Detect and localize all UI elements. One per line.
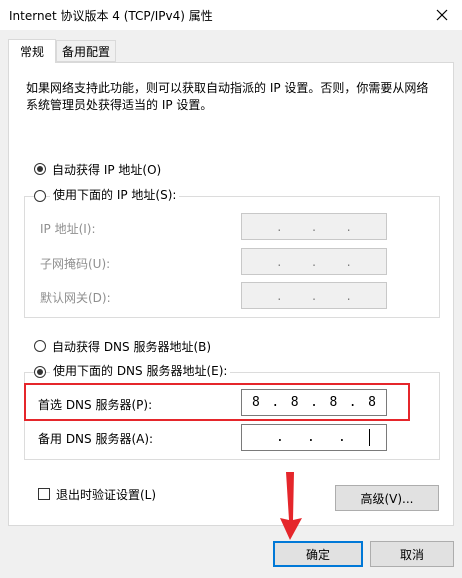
text-caret	[369, 429, 370, 446]
octet-dot: .	[307, 430, 315, 445]
octet-dot: .	[271, 395, 280, 410]
alternate-dns-label: 备用 DNS 服务器(A):	[38, 432, 154, 446]
manual-dns-label: 使用下面的 DNS 服务器地址(E):	[50, 362, 231, 379]
close-button[interactable]	[422, 0, 462, 30]
ip-address-input: ...	[241, 213, 387, 240]
octet-dot: .	[312, 288, 316, 303]
description-text: 如果网络支持此功能，则可以获取自动指派的 IP 设置。否则，你需要从网络系统管理…	[26, 81, 429, 112]
octet-dot: .	[277, 254, 282, 269]
radio-auto-ip[interactable]	[34, 163, 46, 175]
radio-manual-ip[interactable]	[34, 190, 46, 202]
radio-selected-dot	[37, 166, 43, 172]
validate-checkbox[interactable]	[38, 488, 50, 500]
preferred-dns-input[interactable]: 8 . 8 . 8 . 8	[241, 389, 387, 416]
octet-dot: .	[277, 288, 282, 303]
octet-2: 8	[290, 395, 299, 410]
window-title: Internet 协议版本 4 (TCP/IPv4) 属性	[9, 9, 213, 23]
annotation-arrow-icon	[280, 472, 302, 540]
octet-dot: .	[312, 219, 316, 234]
auto-ip-label: 自动获得 IP 地址(O)	[52, 163, 162, 177]
advanced-button[interactable]: 高级(V)...	[335, 485, 439, 511]
radio-manual-dns[interactable]	[34, 366, 46, 378]
subnet-mask-label: 子网掩码(U):	[40, 257, 111, 271]
subnet-mask-input: ...	[241, 248, 387, 275]
validate-label: 退出时验证设置(L)	[56, 488, 157, 502]
ip-address-label: IP 地址(I):	[40, 222, 96, 236]
octet-dot: .	[346, 254, 351, 269]
radio-auto-dns[interactable]	[34, 340, 46, 352]
octet-dot: .	[276, 430, 284, 445]
manual-ip-label: 使用下面的 IP 地址(S):	[50, 186, 180, 203]
octet-1: 8	[252, 395, 260, 410]
close-icon	[436, 9, 448, 21]
radio-selected-dot	[37, 369, 43, 375]
octet-dot: .	[346, 219, 351, 234]
octet-dot: .	[277, 219, 282, 234]
octet-dot: .	[310, 395, 318, 410]
cancel-button[interactable]: 取消	[370, 541, 454, 567]
octet-dot: .	[338, 430, 346, 445]
octet-3: 8	[329, 395, 338, 410]
preferred-dns-label: 首选 DNS 服务器(P):	[38, 398, 153, 412]
tab-general[interactable]: 常规	[8, 39, 56, 63]
auto-dns-label: 自动获得 DNS 服务器地址(B)	[52, 340, 212, 354]
octet-dot: .	[312, 254, 316, 269]
alternate-dns-input[interactable]: . . .	[241, 424, 387, 451]
default-gateway-input: ...	[241, 282, 387, 309]
tab-alternate-config[interactable]: 备用配置	[56, 40, 116, 62]
octet-dot: .	[348, 395, 357, 410]
octet-4: 8	[368, 395, 376, 410]
title-bar: Internet 协议版本 4 (TCP/IPv4) 属性	[0, 0, 462, 30]
octet-dot: .	[346, 288, 351, 303]
default-gateway-label: 默认网关(D):	[40, 291, 111, 305]
ok-button[interactable]: 确定	[273, 541, 363, 567]
